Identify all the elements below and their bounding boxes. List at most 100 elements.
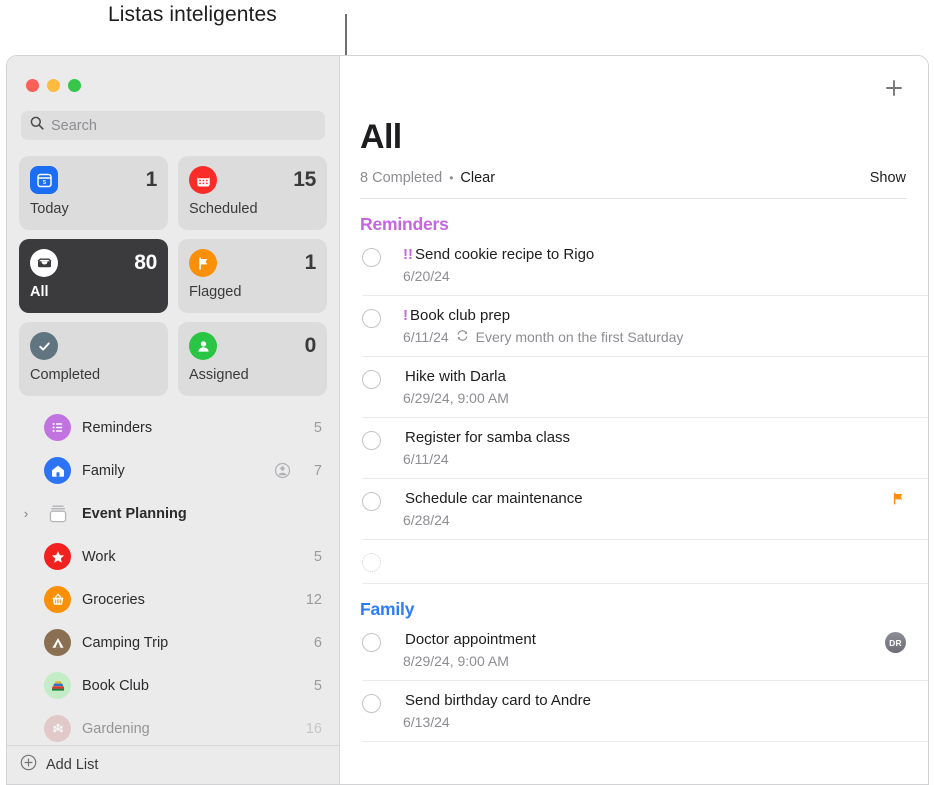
group-header-reminders: Reminders [360, 214, 928, 235]
sidebar-item-book-club[interactable]: Book Club 5 [7, 664, 339, 707]
sidebar-item-label: Gardening [82, 721, 293, 737]
avatar[interactable]: DR [885, 632, 906, 653]
smart-list-count: 1 [305, 251, 316, 275]
reminder-date: 6/11/24 [403, 451, 449, 467]
sidebar-item-count: 5 [304, 549, 322, 565]
bullet-list-icon [44, 414, 71, 441]
books-icon [44, 672, 71, 699]
search-icon [30, 116, 44, 135]
reminder-title: Schedule car maintenance [405, 490, 583, 507]
minimize-button[interactable] [47, 79, 60, 92]
repeat-text: Every month on the first Saturday [476, 329, 684, 345]
smart-list-assigned[interactable]: 0 Assigned [178, 322, 327, 396]
search-container: Search [7, 104, 339, 140]
reminder-checkbox[interactable] [362, 633, 381, 652]
flag-icon [189, 249, 217, 277]
reminder-row[interactable]: !!Send cookie recipe to Rigo 6/20/24 [362, 235, 928, 296]
smart-list-label: Assigned [189, 367, 316, 383]
smart-list-completed[interactable]: Completed [19, 322, 168, 396]
reminder-title: Book club prep [410, 307, 510, 324]
sidebar-item-camping-trip[interactable]: Camping Trip 6 [7, 621, 339, 664]
sidebar-item-family[interactable]: Family 7 [7, 449, 339, 492]
smart-list-count: 80 [134, 251, 157, 275]
sidebar-item-gardening[interactable]: Gardening 16 [7, 707, 339, 745]
flag-icon[interactable] [891, 491, 906, 511]
reminder-date: 6/11/24 [403, 329, 449, 345]
new-reminder-row[interactable] [362, 540, 928, 584]
sidebar-item-reminders[interactable]: Reminders 5 [7, 406, 339, 449]
plus-circle-icon [20, 754, 37, 776]
calendar-icon [189, 166, 217, 194]
repeat-icon [456, 329, 469, 345]
chevron-right-icon[interactable]: › [19, 506, 33, 521]
search-input[interactable]: Search [21, 111, 325, 140]
sidebar-item-label: Camping Trip [82, 635, 293, 651]
sidebar-item-label: Groceries [82, 592, 293, 608]
clear-button[interactable]: Clear [460, 170, 495, 186]
reminder-title: Send cookie recipe to Rigo [415, 246, 594, 263]
smart-list-flagged[interactable]: 1 Flagged [178, 239, 327, 313]
sidebar-item-count: 5 [304, 678, 322, 694]
screenshot-root: Listas inteligentes Search [0, 0, 934, 785]
reminder-date: 8/29/24, 9:00 AM [403, 653, 509, 669]
sidebar-item-work[interactable]: Work 5 [7, 535, 339, 578]
reminder-checkbox[interactable] [362, 492, 381, 511]
star-icon [44, 543, 71, 570]
reminder-title-line: Send birthday card to Andre [403, 692, 906, 709]
svg-text:5: 5 [42, 180, 45, 186]
group-header-family: Family [360, 599, 928, 620]
zoom-button[interactable] [68, 79, 81, 92]
add-reminder-button[interactable] [882, 76, 906, 100]
flower-icon [44, 715, 71, 742]
reminder-date: 6/28/24 [403, 512, 450, 528]
house-icon [44, 457, 71, 484]
shared-list-icon [274, 462, 291, 479]
reminder-row[interactable]: Doctor appointment 8/29/24, 9:00 AM DR [362, 620, 928, 681]
sidebar-item-event-planning[interactable]: › Event Planning [7, 492, 339, 535]
person-icon [189, 332, 217, 360]
priority-marker: !! [403, 246, 413, 263]
reminder-checkbox[interactable] [362, 248, 381, 267]
reminder-checkbox[interactable] [362, 370, 381, 389]
close-button[interactable] [26, 79, 39, 92]
sidebar-item-count: 5 [304, 420, 322, 436]
sidebar-item-count: 16 [304, 721, 322, 737]
reminder-title: Send birthday card to Andre [405, 692, 591, 709]
reminder-row[interactable]: !Book club prep 6/11/24 Every [362, 296, 928, 357]
reminder-checkbox[interactable] [362, 431, 381, 450]
add-list-button[interactable]: Add List [7, 745, 339, 784]
sidebar-item-count: 7 [304, 463, 322, 479]
search-placeholder: Search [51, 118, 97, 134]
inbox-tray-icon [30, 249, 58, 277]
reminder-checkbox[interactable] [362, 694, 381, 713]
reminder-date: 6/13/24 [403, 714, 450, 730]
reminder-row[interactable]: Send birthday card to Andre 6/13/24 [362, 681, 928, 742]
reminder-title: Hike with Darla [405, 368, 506, 385]
reminder-row[interactable]: Hike with Darla 6/29/24, 9:00 AM [362, 357, 928, 418]
sidebar-item-count: 12 [304, 592, 322, 608]
reminder-meta: 8/29/24, 9:00 AM [403, 653, 885, 669]
reminder-row[interactable]: Schedule car maintenance 6/28/24 [362, 479, 928, 540]
show-button[interactable]: Show [870, 170, 906, 186]
reminder-meta: 6/29/24, 9:00 AM [403, 390, 906, 406]
sidebar-item-count: 6 [304, 635, 322, 651]
reminder-meta: 6/11/24 Every month on the first Saturda… [403, 329, 906, 345]
reminder-row[interactable]: Register for samba class 6/11/24 [362, 418, 928, 479]
sidebar-item-groceries[interactable]: Groceries 12 [7, 578, 339, 621]
new-reminder-checkbox[interactable] [362, 553, 381, 572]
sidebar-item-label: Book Club [82, 678, 293, 694]
reminder-title-line: Schedule car maintenance [403, 490, 891, 507]
separator-dot: • [449, 171, 453, 185]
smart-list-label: All [30, 284, 157, 300]
sidebar: Search 5 1 [7, 56, 340, 784]
smart-list-all[interactable]: 80 All [19, 239, 168, 313]
reminder-trailing [891, 490, 906, 511]
sidebar-lists[interactable]: Reminders 5 Family [7, 396, 339, 745]
smart-list-today[interactable]: 5 1 Today [19, 156, 168, 230]
smart-list-scheduled[interactable]: 15 Scheduled [178, 156, 327, 230]
reminder-date: 6/29/24, 9:00 AM [403, 390, 509, 406]
add-list-label: Add List [46, 757, 98, 773]
reminder-title: Doctor appointment [405, 631, 536, 648]
reminder-checkbox[interactable] [362, 309, 381, 328]
calendar-day-icon: 5 [30, 166, 58, 194]
